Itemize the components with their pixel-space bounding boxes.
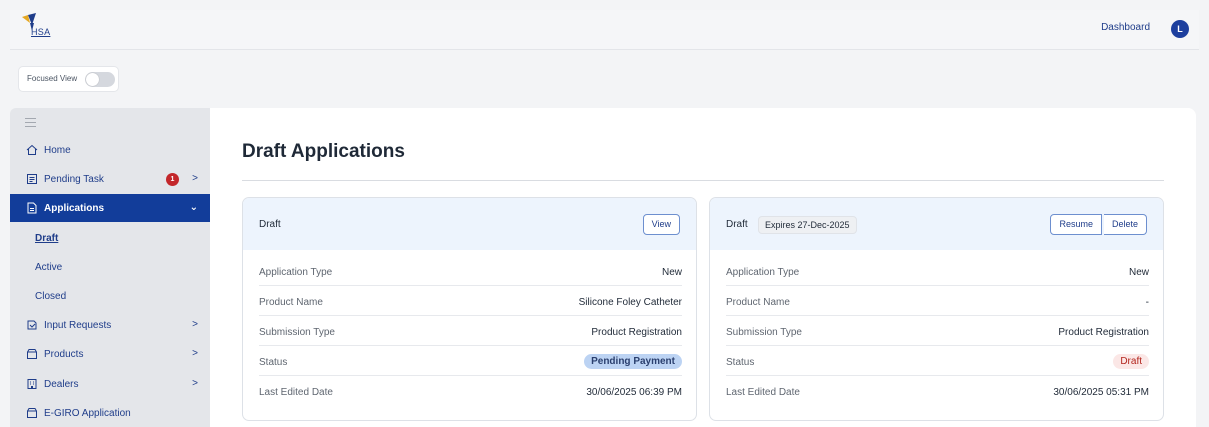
- detail-row: Product Name -: [726, 286, 1149, 316]
- status-badge: Draft: [1113, 354, 1149, 369]
- top-bar: HSA Dashboard L: [10, 10, 1199, 50]
- row-label: Last Edited Date: [259, 387, 333, 398]
- box-icon: [26, 407, 38, 419]
- card-header: Draft View: [243, 198, 696, 250]
- detail-row: Application Type New: [726, 256, 1149, 286]
- view-button[interactable]: View: [642, 214, 680, 235]
- status-badge: Pending Payment: [584, 354, 682, 369]
- sidebar-item-egiro-application[interactable]: E-GIRO Application: [10, 399, 210, 427]
- detail-row: Last Edited Date 30/06/2025 06:39 PM: [259, 376, 682, 406]
- sidebar-item-label: Products: [44, 348, 84, 360]
- card-kind-label: Draft: [726, 219, 748, 230]
- sidebar-subitem-active[interactable]: Active: [35, 262, 62, 273]
- sidebar-item-applications[interactable]: Applications ⌄: [10, 194, 210, 222]
- sidebar-subitem-closed[interactable]: Closed: [35, 291, 66, 302]
- detail-row: Status Pending Payment: [259, 346, 682, 376]
- sidebar-item-label: Pending Task: [44, 173, 104, 185]
- user-avatar[interactable]: L: [1171, 20, 1189, 38]
- detail-row: Product Name Silicone Foley Catheter: [259, 286, 682, 316]
- chevron-right-icon: >: [192, 378, 198, 389]
- row-label: Status: [726, 357, 755, 368]
- application-card: Draft View Application Type New Product …: [242, 197, 697, 421]
- sidebar-item-label: Applications: [44, 202, 105, 214]
- building-icon: [26, 378, 38, 390]
- row-value: Silicone Foley Catheter: [578, 297, 682, 308]
- row-value: New: [661, 267, 682, 278]
- hsa-logo[interactable]: HSA: [20, 13, 70, 43]
- sidebar-item-label: Home: [44, 144, 71, 156]
- sidebar-item-dealers[interactable]: Dealers >: [10, 370, 210, 398]
- toggle-knob: [86, 73, 99, 86]
- focused-view-toggle[interactable]: [85, 72, 115, 87]
- row-value: 30/06/2025 06:39 PM: [586, 387, 682, 398]
- detail-row: Application Type New: [259, 256, 682, 286]
- row-label: Product Name: [259, 297, 323, 308]
- row-label: Last Edited Date: [726, 387, 800, 398]
- logo-text: HSA: [31, 27, 51, 37]
- row-label: Submission Type: [726, 327, 802, 338]
- row-label: Submission Type: [259, 327, 335, 338]
- row-value: -: [1145, 297, 1149, 308]
- sidebar-item-pending-task[interactable]: Pending Task 1 >: [10, 165, 210, 193]
- chevron-down-icon: ⌄: [189, 202, 198, 213]
- detail-row: Submission Type Product Registration: [726, 316, 1149, 346]
- row-label: Application Type: [726, 267, 800, 278]
- input-request-icon: [26, 319, 38, 331]
- row-value: New: [1128, 267, 1149, 278]
- main-content: Draft Applications Draft View Applicatio…: [210, 108, 1196, 427]
- delete-button[interactable]: Delete: [1103, 214, 1147, 235]
- dashboard-link[interactable]: Dashboard: [1101, 22, 1150, 33]
- task-icon: [26, 173, 38, 185]
- sidebar-item-label: E-GIRO Application: [44, 407, 131, 419]
- row-label: Status: [259, 357, 288, 368]
- sidebar-item-products[interactable]: Products >: [10, 340, 210, 368]
- sidebar-item-label: Input Requests: [44, 319, 112, 331]
- focused-view-control: Focused View: [18, 66, 119, 92]
- expiry-tag: Expires 27-Dec-2025: [758, 216, 857, 234]
- home-icon: [26, 144, 38, 156]
- row-label: Application Type: [259, 267, 333, 278]
- page-title: Draft Applications: [242, 141, 405, 162]
- focused-view-label: Focused View: [27, 74, 78, 83]
- resume-button[interactable]: Resume: [1050, 214, 1102, 235]
- card-header: Draft Expires 27-Dec-2025 Resume Delete: [710, 198, 1163, 250]
- title-divider: [242, 180, 1164, 181]
- chevron-right-icon: >: [192, 348, 198, 359]
- sidebar-item-input-requests[interactable]: Input Requests >: [10, 311, 210, 339]
- row-value: 30/06/2025 05:31 PM: [1053, 387, 1149, 398]
- row-value: Product Registration: [591, 327, 682, 338]
- detail-row: Status Draft: [726, 346, 1149, 376]
- document-icon: [26, 202, 38, 214]
- sidebar: Home Pending Task 1 > Applications ⌄ Dra…: [10, 108, 210, 427]
- pending-count-badge: 1: [166, 173, 179, 186]
- chevron-right-icon: >: [192, 173, 198, 184]
- application-card: Draft Expires 27-Dec-2025 Resume Delete …: [709, 197, 1164, 421]
- row-label: Product Name: [726, 297, 790, 308]
- sidebar-item-label: Dealers: [44, 378, 79, 390]
- box-icon: [26, 348, 38, 360]
- sidebar-subitem-draft[interactable]: Draft: [35, 233, 58, 244]
- chevron-right-icon: >: [192, 319, 198, 330]
- sidebar-item-home[interactable]: Home: [10, 136, 210, 164]
- hamburger-menu-icon[interactable]: [25, 118, 36, 130]
- detail-row: Last Edited Date 30/06/2025 05:31 PM: [726, 376, 1149, 406]
- detail-row: Submission Type Product Registration: [259, 316, 682, 346]
- card-kind-label: Draft: [259, 219, 281, 230]
- row-value: Product Registration: [1058, 327, 1149, 338]
